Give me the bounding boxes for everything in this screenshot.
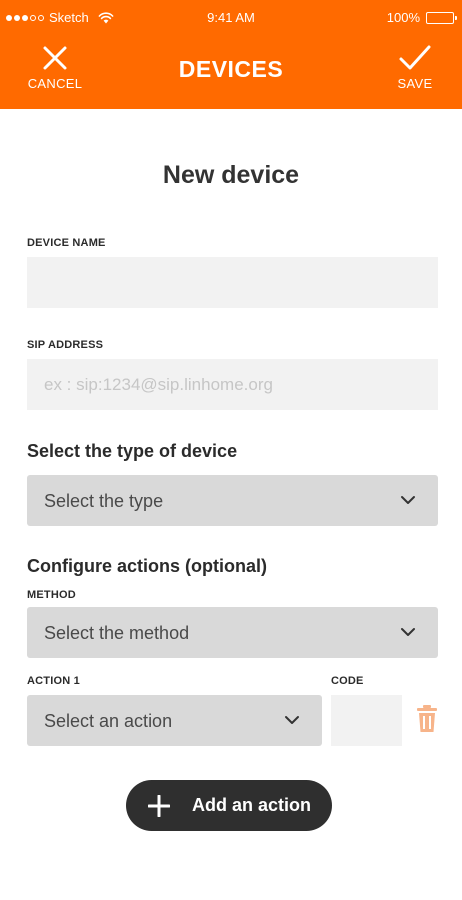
chevron-down-icon: [401, 628, 415, 636]
method-select[interactable]: Select the method: [27, 607, 438, 658]
plus-icon: [148, 794, 170, 817]
sip-address-input[interactable]: [27, 359, 438, 410]
status-bar: Sketch 9:41 AM 100%: [0, 0, 462, 34]
form-title: New device: [162, 161, 300, 189]
add-action-label: Add an action: [192, 795, 312, 815]
code-input[interactable]: [331, 695, 402, 746]
method-label: METHOD: [27, 589, 76, 601]
code-label: CODE: [331, 675, 364, 687]
device-name-input[interactable]: [27, 257, 438, 308]
trash-icon[interactable]: [416, 705, 438, 733]
chevron-down-icon: [401, 496, 415, 504]
save-button[interactable]: SAVE: [380, 44, 450, 91]
status-right: 100%: [386, 10, 457, 25]
chevron-down-icon: [285, 716, 299, 724]
action-1-value: Select an action: [44, 711, 173, 731]
action-1-select[interactable]: Select an action: [27, 695, 322, 746]
battery-icon: [426, 11, 457, 24]
save-label: SAVE: [397, 76, 433, 91]
device-type-value: Select the type: [44, 491, 164, 511]
add-action-button[interactable]: Add an action: [126, 780, 332, 831]
battery-percentage: 100%: [386, 10, 420, 25]
action-1-label: ACTION 1: [27, 675, 80, 687]
checkmark-icon: [399, 45, 431, 70]
device-name-label: DEVICE NAME: [27, 237, 106, 249]
app-header: Sketch 9:41 AM 100% CANCEL DEVICES SAVE: [0, 0, 462, 109]
sip-address-label: SIP ADDRESS: [27, 339, 104, 351]
configure-actions-heading: Configure actions (optional): [27, 556, 267, 576]
device-type-heading: Select the type of device: [27, 441, 238, 461]
method-value: Select the method: [44, 623, 190, 643]
device-type-select[interactable]: Select the type: [27, 475, 438, 526]
